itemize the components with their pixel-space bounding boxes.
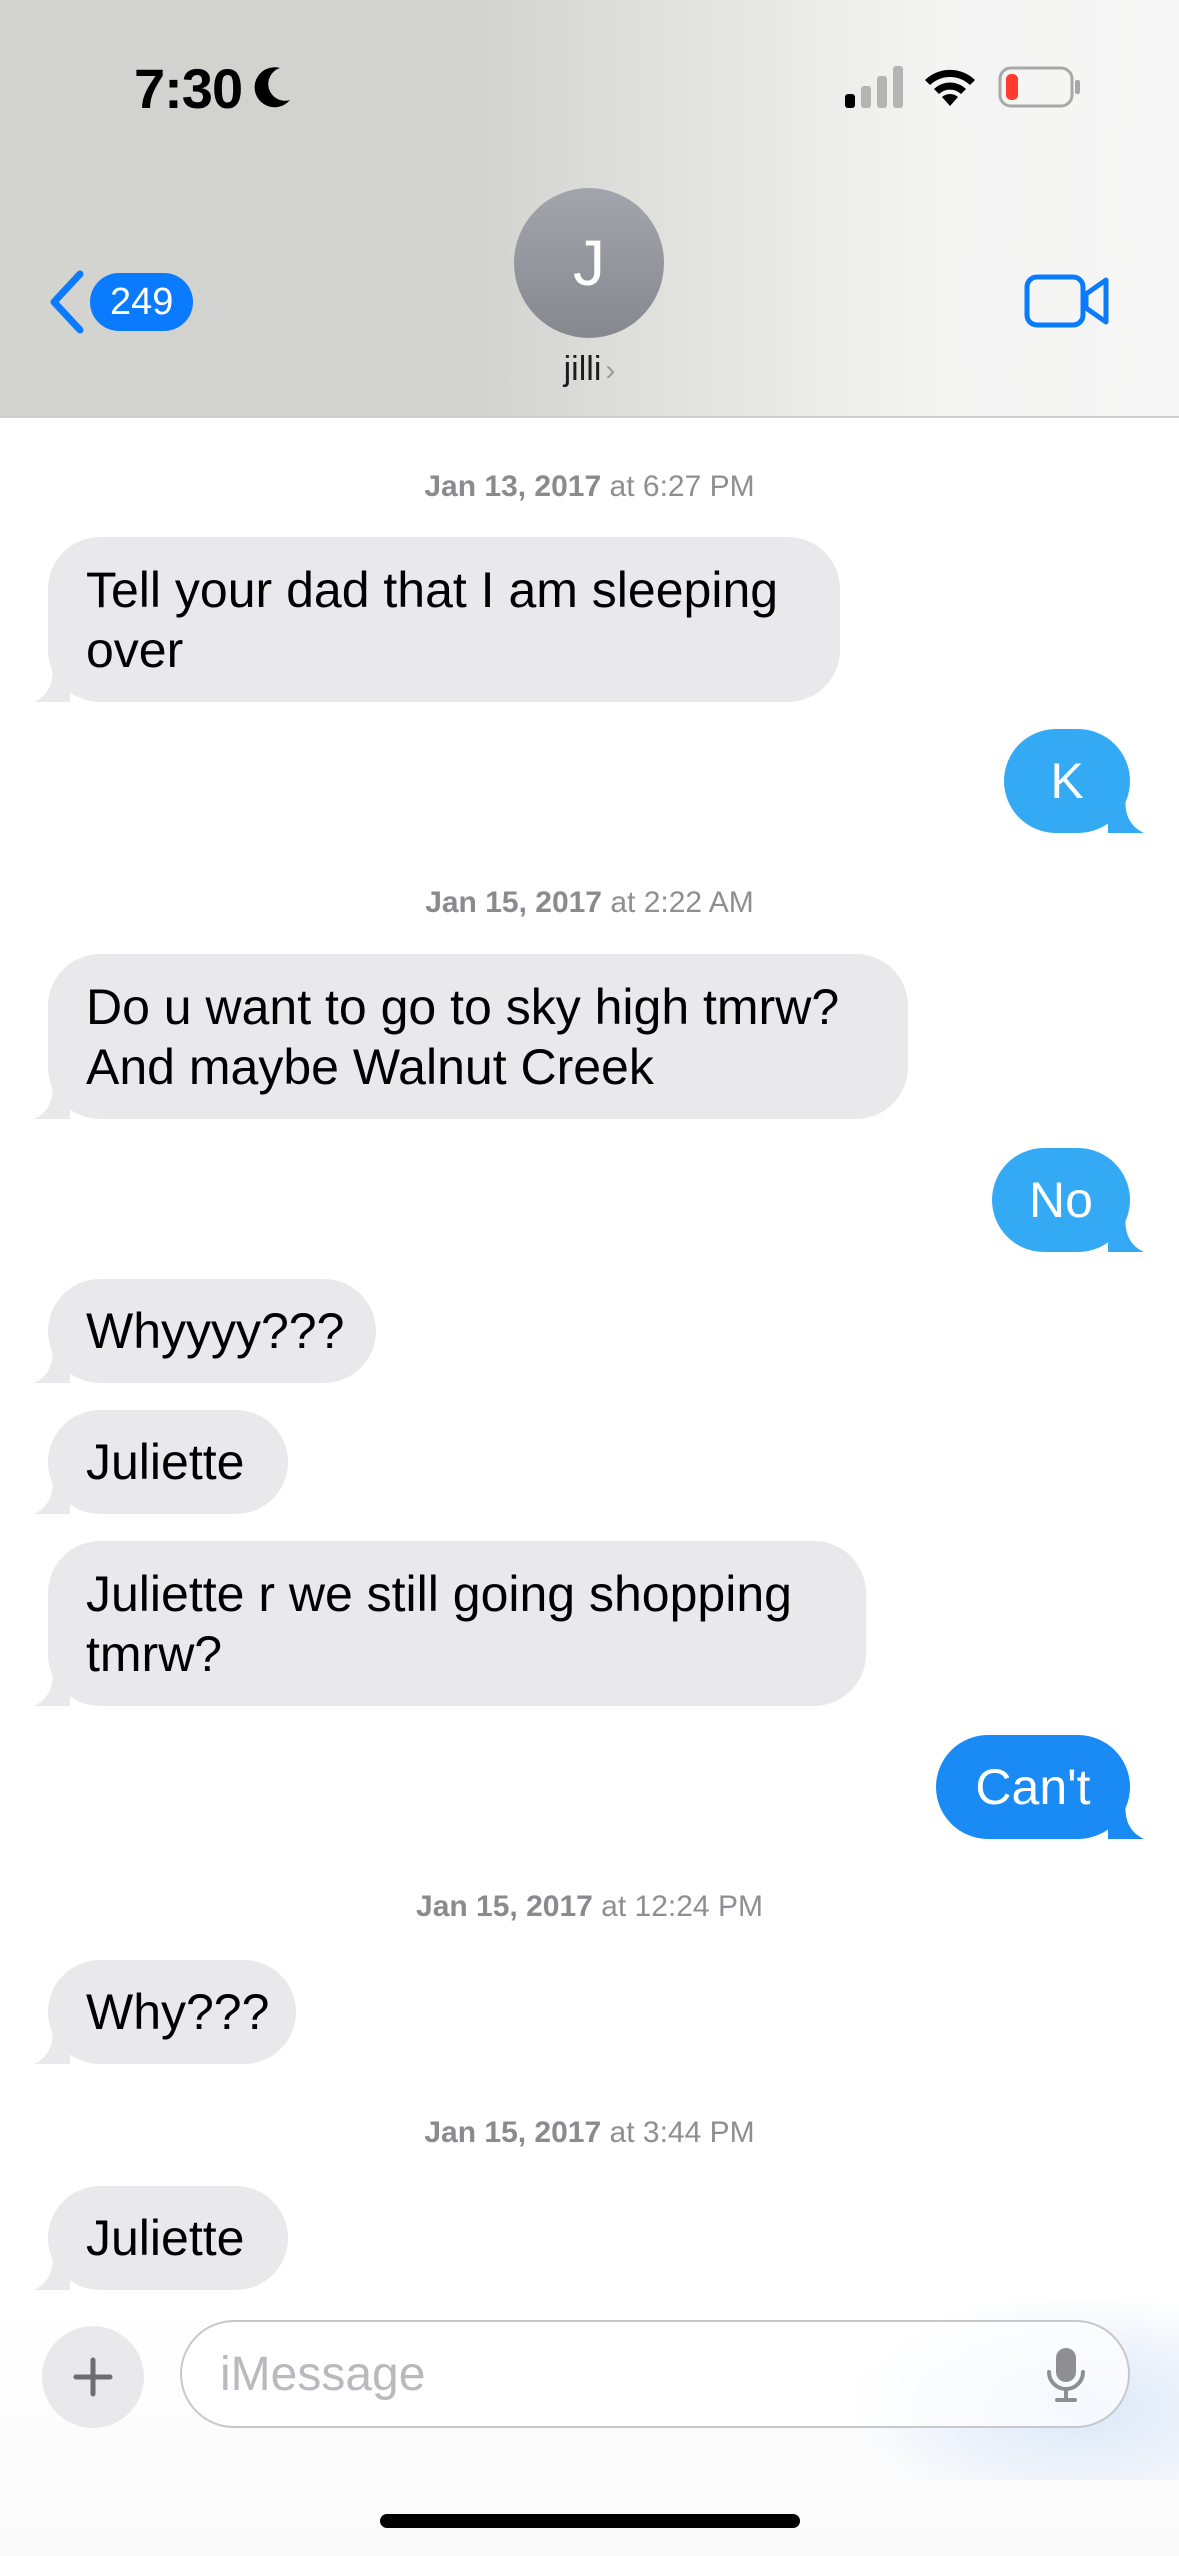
- input-placeholder: iMessage: [220, 2347, 426, 2401]
- bubble-tail: [34, 1666, 70, 1706]
- timestamp-date: Jan 15, 2017: [425, 886, 602, 919]
- message-text: Whyyyy???: [86, 1303, 345, 1359]
- timestamp-time: 3:44 PM: [642, 2116, 755, 2149]
- incoming-message-bubble[interactable]: Why???: [34, 1960, 296, 2064]
- incoming-message-bubble[interactable]: Whyyyy???: [34, 1279, 376, 1383]
- timestamp-at: at: [609, 2116, 635, 2149]
- incoming-message-bubble[interactable]: Juliette: [34, 1410, 288, 1514]
- timestamp-date: Jan 15, 2017: [416, 1890, 593, 1923]
- bubble-tail: [34, 2250, 70, 2290]
- message-text: Tell your dad that I am sleeping over: [86, 561, 779, 678]
- unread-count-badge: 249: [90, 273, 194, 331]
- apps-plus-button[interactable]: [42, 2326, 144, 2428]
- message-text: K: [1050, 753, 1084, 809]
- timestamp-time: 12:24 PM: [634, 1890, 763, 1923]
- imessage-input[interactable]: iMessage: [180, 2320, 1130, 2428]
- wifi-icon: [925, 69, 975, 106]
- timestamp-date: Jan 15, 2017: [424, 2116, 602, 2149]
- timestamp-time: 6:27 PM: [642, 470, 755, 503]
- bubble-tail: [34, 662, 70, 702]
- outgoing-sms-bubble[interactable]: K: [1004, 729, 1144, 833]
- message-timestamp: Jan 15, 2017 at 12:24 PM: [0, 1890, 1179, 1924]
- message-timestamp: Jan 15, 2017 at 2:22 AM: [0, 886, 1179, 920]
- timestamp-at: at: [610, 886, 636, 919]
- incoming-message-bubble[interactable]: Juliette r we still going shopping tmrw?: [34, 1541, 866, 1706]
- bubble-tail: [34, 2024, 70, 2064]
- bubble-tail: [1108, 793, 1144, 833]
- chevron-right-icon: ›: [605, 354, 616, 387]
- status-time: 7:30: [134, 57, 243, 120]
- message-text: Do u want to go to sky high tmrw? And ma…: [86, 978, 840, 1095]
- battery-low-icon: [998, 66, 1080, 108]
- message-text: No: [1029, 1172, 1093, 1228]
- message-text: Can't: [975, 1759, 1091, 1815]
- timestamp-date: Jan 13, 2017: [424, 470, 602, 503]
- timestamp-time: 2:22 AM: [643, 886, 754, 919]
- plus-icon: [73, 2357, 113, 2397]
- incoming-message-bubble[interactable]: Juliette: [34, 2186, 288, 2290]
- bubble-tail: [34, 1474, 70, 1514]
- chevron-left-icon: [50, 270, 84, 334]
- bubble-tail: [34, 1343, 70, 1383]
- message-text: Juliette: [86, 2210, 245, 2266]
- incoming-message-bubble[interactable]: Do u want to go to sky high tmrw? And ma…: [34, 954, 908, 1119]
- outgoing-imessage-bubble[interactable]: Can't: [936, 1735, 1144, 1839]
- timestamp-at: at: [609, 470, 635, 503]
- bubble-tail: [1108, 1799, 1144, 1839]
- message-text: Why???: [86, 1984, 270, 2040]
- video-camera-icon[interactable]: [1024, 272, 1110, 330]
- contact-name[interactable]: jilli ›: [0, 350, 1179, 389]
- cellular-signal-icon: [845, 66, 903, 108]
- microphone-icon[interactable]: [1046, 2346, 1086, 2404]
- home-indicator[interactable]: [380, 2514, 800, 2528]
- outgoing-sms-bubble[interactable]: No: [992, 1148, 1144, 1252]
- bubble-tail: [34, 1079, 70, 1119]
- moon-icon: [254, 67, 290, 108]
- contact-name-label: jilli: [563, 350, 602, 388]
- avatar[interactable]: J: [514, 188, 664, 338]
- conversation-header: 7:30 249 J jilli ›: [0, 0, 1179, 418]
- bubble-tail: [1108, 1212, 1144, 1252]
- message-timestamp: Jan 15, 2017 at 3:44 PM: [0, 2116, 1179, 2150]
- message-text: Juliette: [86, 1434, 245, 1490]
- incoming-message-bubble[interactable]: Tell your dad that I am sleeping over: [34, 537, 840, 702]
- message-text: Juliette r we still going shopping tmrw?: [86, 1565, 792, 1682]
- timestamp-at: at: [601, 1890, 627, 1923]
- back-button[interactable]: 249: [46, 268, 194, 336]
- message-timestamp: Jan 13, 2017 at 6:27 PM: [0, 470, 1179, 504]
